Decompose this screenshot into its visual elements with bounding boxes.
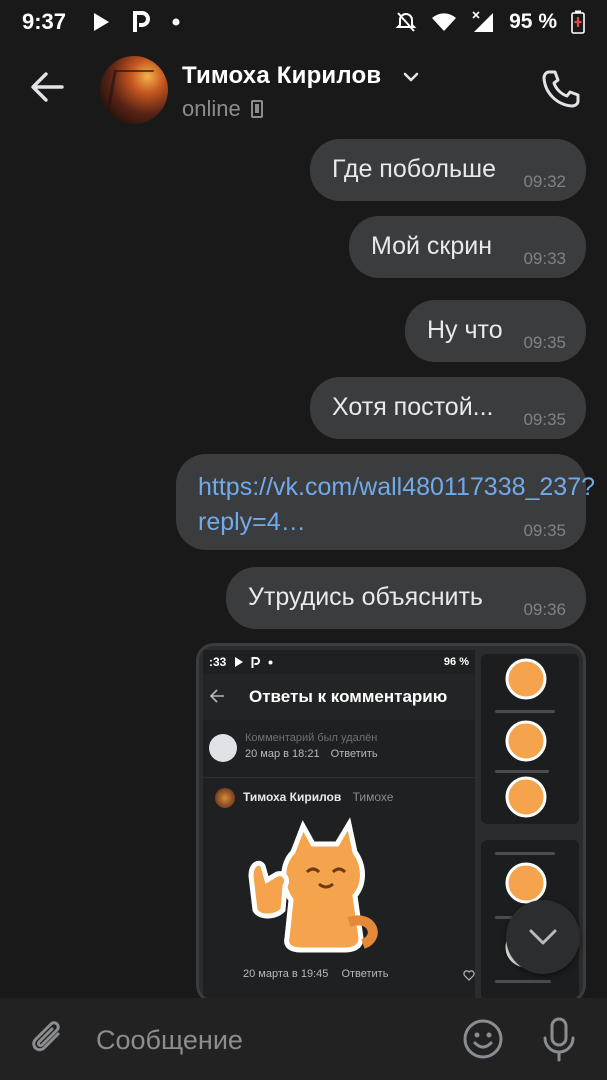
parking-icon xyxy=(133,11,151,32)
paperclip-icon[interactable] xyxy=(28,1018,68,1060)
online-status: online xyxy=(182,96,241,121)
contact-avatar[interactable] xyxy=(100,56,168,124)
comment-recipient: Тимохе xyxy=(352,790,394,804)
message-bubble[interactable]: Утрудись объяснить 09:36 xyxy=(226,567,586,629)
message-bubble[interactable]: Где побольше 09:32 xyxy=(310,139,586,201)
message-time: 09:32 xyxy=(523,172,566,191)
dot-icon xyxy=(172,18,180,26)
battery-percent: 95 % xyxy=(509,10,557,33)
contact-status: online xyxy=(182,96,263,122)
comment-author-line: Тимоха Кирилов Тимохе xyxy=(243,790,393,804)
side-preview xyxy=(481,654,579,824)
microphone-icon[interactable] xyxy=(540,1016,578,1062)
message-link[interactable]: https://vk.com/wall480117338_237?reply=4… xyxy=(198,470,595,540)
message-text: Утрудись объяснить xyxy=(248,583,483,611)
attachment-title: Ответы к комментарию xyxy=(249,687,448,706)
scroll-down-button[interactable] xyxy=(506,900,580,974)
message-time: 09:35 xyxy=(523,521,566,540)
chevron-down-icon[interactable] xyxy=(402,68,420,86)
cat-sticker-icon xyxy=(505,658,547,700)
mobile-icon xyxy=(250,100,263,118)
message-input[interactable] xyxy=(96,1020,436,1060)
message-bubble[interactable]: Хотя постой... 09:35 xyxy=(310,377,586,439)
status-time: 9:37 xyxy=(22,9,67,34)
message-composer xyxy=(0,998,607,1080)
attachment-status-battery: 96 % xyxy=(443,656,469,668)
play-icon xyxy=(235,657,244,667)
attachment-status-bar: :33 96 % xyxy=(203,650,475,674)
contact-name[interactable]: Тимоха Кирилов xyxy=(182,62,381,90)
mute-icon xyxy=(395,12,417,32)
parking-icon xyxy=(251,656,261,668)
signal-icon xyxy=(472,11,494,32)
attachment-main-screenshot: :33 96 % Ответы к комментарию Комментари… xyxy=(203,650,475,1000)
status-bar: 9:37 95 % xyxy=(0,0,607,44)
message-bubble[interactable]: Мой скрин 09:33 xyxy=(349,216,586,278)
back-arrow-icon[interactable] xyxy=(28,68,66,106)
chevron-down-icon xyxy=(529,929,557,945)
message-bubble[interactable]: Ну что 09:35 xyxy=(405,300,586,362)
deleted-comment-row: Комментарий был удалён 20 мар в 18:21 От… xyxy=(203,720,475,778)
play-icon xyxy=(94,13,110,31)
attachment-header: Ответы к комментарию xyxy=(203,674,475,720)
message-time: 09:35 xyxy=(523,333,566,352)
comment-row: Тимоха Кирилов Тимохе 20 марта в 19:45 О… xyxy=(203,778,475,1000)
message-time: 09:36 xyxy=(523,600,566,619)
cat-sticker-icon xyxy=(505,720,547,762)
phone-call-icon[interactable] xyxy=(540,68,582,110)
cat-sticker-icon xyxy=(248,817,378,953)
message-bubble-link[interactable]: https://vk.com/wall480117338_237?reply=4… xyxy=(176,454,595,550)
emoji-icon[interactable] xyxy=(462,1018,504,1060)
deleted-comment-reply: Ответить xyxy=(330,748,378,760)
message-time: 09:33 xyxy=(523,249,566,268)
attachment-status-time: :33 xyxy=(209,655,227,669)
cat-sticker-icon xyxy=(505,776,547,818)
dot-icon xyxy=(268,660,273,664)
message-time: 09:35 xyxy=(523,410,566,429)
deleted-comment-meta: 20 мар в 18:21 Ответить xyxy=(245,748,378,760)
message-text: Мой скрин xyxy=(371,232,493,260)
message-text: Хотя постой... xyxy=(332,393,494,421)
chat-header: Тимоха Кирилов online xyxy=(0,50,607,132)
comment-author: Тимоха Кирилов xyxy=(243,790,342,804)
message-text: Где побольше xyxy=(332,155,496,183)
deleted-comment-text: Комментарий был удалён xyxy=(245,732,378,744)
wifi-icon xyxy=(432,13,457,31)
comment-meta: 20 марта в 19:45 Ответить xyxy=(243,968,388,980)
heart-icon xyxy=(463,970,475,981)
deleted-avatar-icon xyxy=(209,734,237,762)
deleted-comment-date: 20 мар в 18:21 xyxy=(245,748,320,760)
back-arrow-icon xyxy=(209,689,224,703)
message-text: Ну что xyxy=(427,316,503,344)
comment-date: 20 марта в 19:45 xyxy=(243,968,329,980)
comment-reply: Ответить xyxy=(341,968,389,980)
comment-avatar xyxy=(215,788,235,808)
battery-icon xyxy=(571,10,585,34)
